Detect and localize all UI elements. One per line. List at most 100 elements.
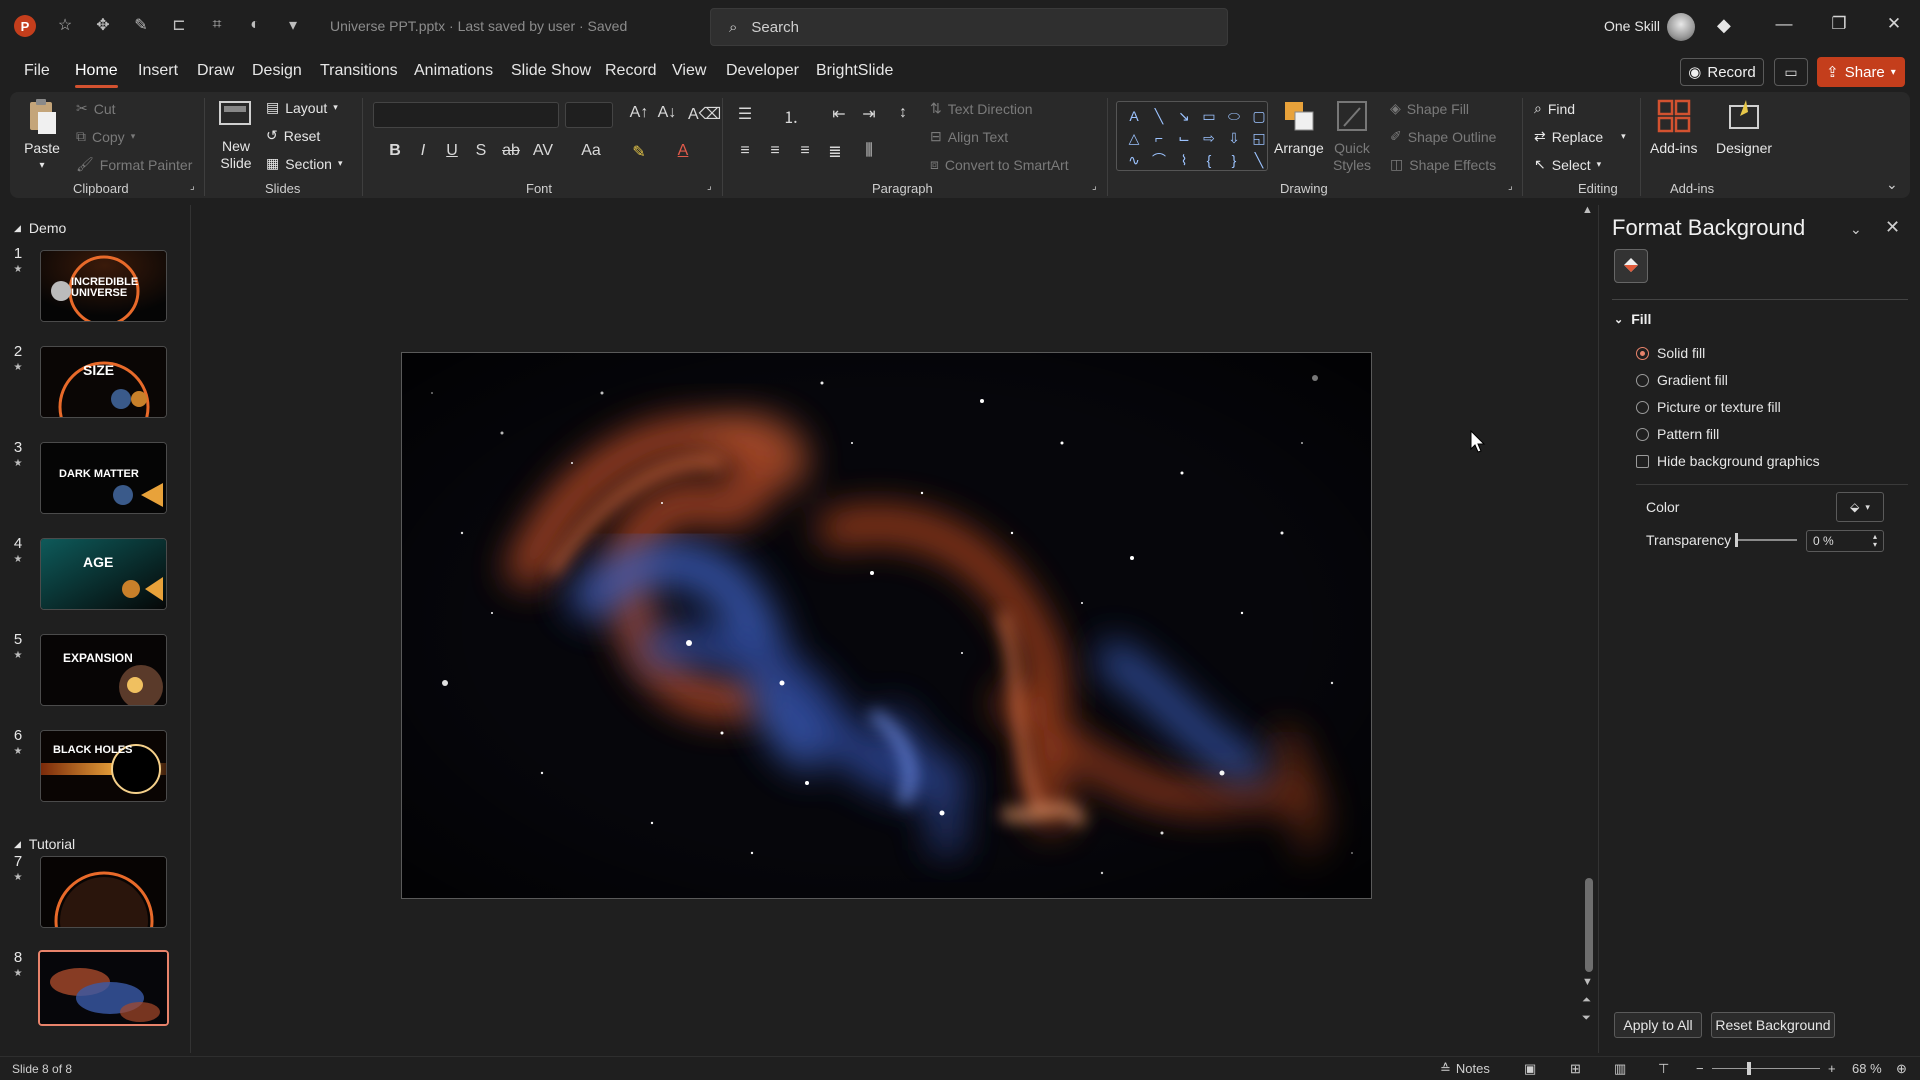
tab-view[interactable]: View xyxy=(672,62,706,80)
fit-to-window-icon[interactable]: ⊕ xyxy=(1896,1061,1907,1077)
section-demo[interactable]: ◢ Demo xyxy=(14,220,66,236)
line-shape-icon[interactable]: ╲ xyxy=(1148,106,1170,126)
clipboard-launcher-icon[interactable]: ⌟ xyxy=(190,181,195,192)
justify-icon[interactable]: ≣ xyxy=(824,142,846,162)
text-direction-button[interactable]: ⇅ Text Direction xyxy=(930,100,1033,117)
shape-outline-button[interactable]: ✐ Shape Outline xyxy=(1390,128,1496,145)
slide-thumbnail[interactable]: EXPANSION xyxy=(40,634,167,706)
scrollbar-thumb[interactable] xyxy=(1585,878,1593,972)
share-button[interactable]: ⇪ Share ▾ xyxy=(1817,57,1905,87)
slide-thumbnail[interactable]: DARK MATTER xyxy=(40,442,167,514)
pattern-fill-option[interactable]: Pattern fill xyxy=(1636,426,1719,442)
close-pane-icon[interactable]: ✕ xyxy=(1885,217,1900,238)
pen-icon[interactable]: ✎ xyxy=(130,14,152,36)
font-launcher-icon[interactable]: ⌟ xyxy=(707,181,712,192)
gradient-fill-option[interactable]: Gradient fill xyxy=(1636,372,1728,388)
numbering-icon[interactable]: ⒈ xyxy=(780,104,802,128)
presenter-icon[interactable]: ⊏ xyxy=(168,14,190,36)
triangle-shape-icon[interactable]: △ xyxy=(1123,128,1145,148)
fill-tab-button[interactable] xyxy=(1614,249,1648,283)
avatar[interactable] xyxy=(1667,13,1695,41)
align-left-icon[interactable]: ≡ xyxy=(734,142,756,160)
slide-thumbnail[interactable]: INCREDIBLE UNIVERSE xyxy=(40,250,167,322)
tab-animations[interactable]: Animations xyxy=(414,62,493,80)
radio-selected-icon[interactable] xyxy=(1636,346,1649,360)
highlight-icon[interactable]: ✎ xyxy=(628,142,650,162)
previous-slide-icon[interactable]: ⏶ xyxy=(1582,994,1591,1007)
oval-shape-icon[interactable]: ⬭ xyxy=(1223,106,1245,126)
freeform-shape-icon[interactable]: ⌇ xyxy=(1173,150,1195,170)
decrease-font-icon[interactable]: A↓ xyxy=(656,104,678,122)
zoom-out-icon[interactable]: − xyxy=(1696,1061,1704,1076)
elbow-shape-icon[interactable]: ⌙ xyxy=(1173,128,1195,148)
transparency-slider[interactable] xyxy=(1737,539,1797,541)
shapes-gallery[interactable]: A ╲ ↘ ▭ ⬭ ▢ △ ⌐ ⌙ ⇨ ⇩ ◱ ∿ ⌒ ⌇ { } ╲ xyxy=(1116,101,1268,171)
italic-icon[interactable]: I xyxy=(412,142,434,160)
shape-effects-button[interactable]: ◫ Shape Effects xyxy=(1390,156,1496,173)
connector-shape-icon[interactable]: ⌐ xyxy=(1148,128,1170,148)
arc-shape-icon[interactable]: ⌒ xyxy=(1148,150,1170,170)
right-brace-shape-icon[interactable]: } xyxy=(1223,150,1245,170)
tab-slide-show[interactable]: Slide Show xyxy=(511,62,591,80)
tab-developer[interactable]: Developer xyxy=(726,62,799,80)
radio-icon[interactable] xyxy=(1636,400,1649,414)
tab-insert[interactable]: Insert xyxy=(138,62,178,80)
reset-background-button[interactable]: Reset Background xyxy=(1711,1012,1835,1038)
section-tutorial[interactable]: ◢ Tutorial xyxy=(14,836,75,852)
cut-button[interactable]: ✂ Cut xyxy=(76,100,116,117)
replace-button[interactable]: ⇄ Replace ▾ xyxy=(1534,128,1626,145)
notes-button[interactable]: ≙ Notes xyxy=(1440,1061,1490,1077)
tab-file[interactable]: File xyxy=(24,62,50,80)
drawing-launcher-icon[interactable]: ⌟ xyxy=(1508,181,1513,192)
slide-thumbnail[interactable] xyxy=(40,856,167,928)
rounded-rect-shape-icon[interactable]: ▢ xyxy=(1248,106,1270,126)
comments-button[interactable]: ▭ xyxy=(1774,58,1808,86)
section-collapse-icon[interactable]: ◢ xyxy=(14,223,21,234)
zoom-level[interactable]: 68 % xyxy=(1852,1061,1882,1076)
collapse-ribbon-icon[interactable]: ⌄ xyxy=(1886,176,1898,193)
customize-qat-icon[interactable]: ▾ xyxy=(282,14,304,36)
close-window-icon[interactable]: ✕ xyxy=(1879,14,1909,34)
shape-fill-button[interactable]: ◈ Shape Fill xyxy=(1390,100,1469,117)
paragraph-launcher-icon[interactable]: ⌟ xyxy=(1092,181,1097,192)
diagonal-shape-icon[interactable]: ╲ xyxy=(1248,150,1270,170)
font-name-input[interactable] xyxy=(373,102,559,128)
find-button[interactable]: ⌕ Find xyxy=(1534,100,1575,117)
record-button[interactable]: ◉ Record xyxy=(1680,58,1764,86)
left-brace-shape-icon[interactable]: { xyxy=(1198,150,1220,170)
slide-thumbnail[interactable]: BLACK HOLES xyxy=(40,730,167,802)
columns-icon[interactable]: ⫼ xyxy=(858,142,880,160)
rectangle-shape-icon[interactable]: ▭ xyxy=(1198,106,1220,126)
zoom-slider[interactable] xyxy=(1712,1068,1820,1069)
slide-thumbnail-selected[interactable] xyxy=(38,950,169,1026)
paste-button[interactable]: Paste ▾ xyxy=(24,98,60,174)
copy-button[interactable]: ⧉ Copy ▾ xyxy=(76,128,135,145)
tab-home[interactable]: Home xyxy=(75,62,118,88)
radio-icon[interactable] xyxy=(1636,427,1649,441)
scroll-down-icon[interactable]: ▼ xyxy=(1582,976,1593,988)
slide-thumbnail[interactable]: SIZE xyxy=(40,346,167,418)
apply-to-all-button[interactable]: Apply to All xyxy=(1614,1012,1702,1038)
arrange-button[interactable]: Arrange xyxy=(1274,98,1324,157)
tab-brightslide[interactable]: BrightSlide xyxy=(816,62,893,80)
curve-shape-icon[interactable]: ∿ xyxy=(1123,150,1145,170)
radio-icon[interactable] xyxy=(1636,373,1649,387)
user-name[interactable]: One Skill xyxy=(1604,18,1660,34)
bullets-icon[interactable]: ☰ xyxy=(734,104,756,124)
change-case-icon[interactable]: Aa xyxy=(580,142,602,160)
convert-smartart-button[interactable]: ⧈ Convert to SmartArt xyxy=(930,156,1069,173)
shapes-icon[interactable]: ◐ xyxy=(244,14,266,36)
tab-design[interactable]: Design xyxy=(252,62,302,80)
arrow-line-shape-icon[interactable]: ↘ xyxy=(1173,106,1195,126)
transparency-input[interactable]: 0 % ▴ ▾ xyxy=(1806,530,1884,552)
designer-button[interactable]: Designer xyxy=(1716,98,1772,157)
touch-mode-icon[interactable]: ✥ xyxy=(92,14,114,36)
spinner-icon[interactable]: ▴ ▾ xyxy=(1873,533,1877,549)
transparency-slider-handle[interactable] xyxy=(1735,533,1738,547)
slide-sorter-icon[interactable]: ⊞ xyxy=(1570,1061,1581,1077)
add-ins-button[interactable]: Add-ins xyxy=(1650,98,1697,157)
new-slide-button[interactable]: New Slide xyxy=(216,96,256,172)
pane-options-icon[interactable]: ⌄ xyxy=(1850,221,1862,238)
down-arrow-shape-icon[interactable]: ⇩ xyxy=(1223,128,1245,148)
fill-section-header[interactable]: ⌄ Fill xyxy=(1614,311,1651,327)
